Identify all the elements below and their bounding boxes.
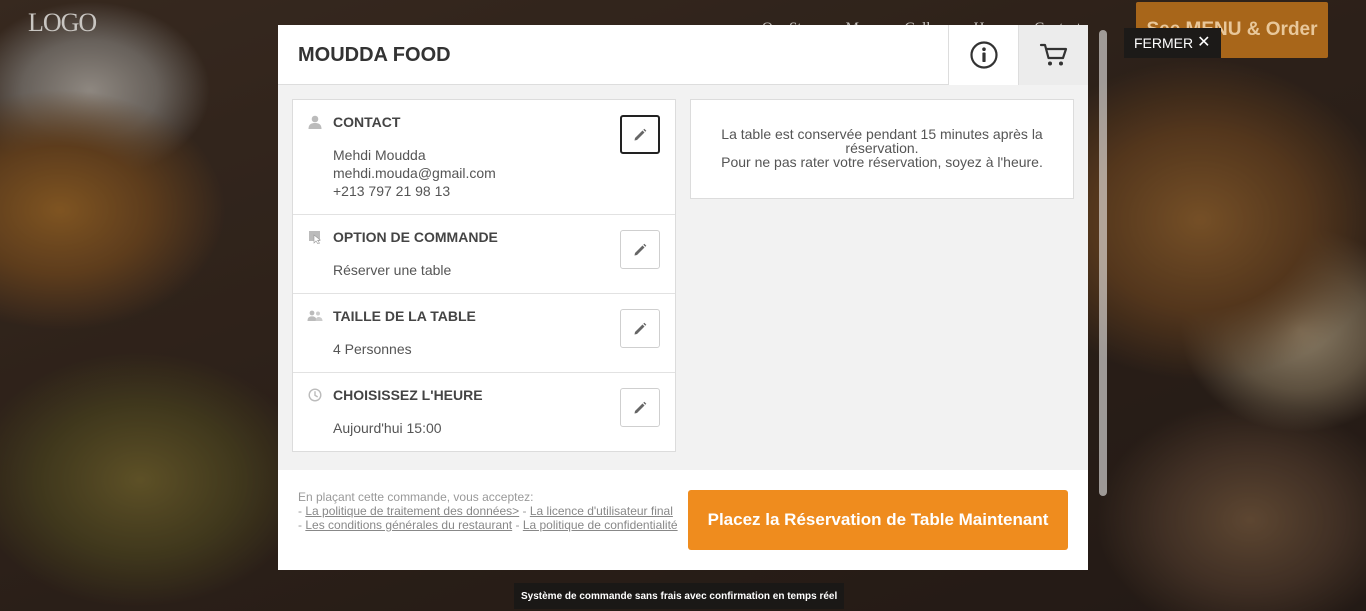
terms-intro: En plaçant cette commande, vous acceptez…: [298, 490, 534, 504]
info-button[interactable]: [948, 25, 1018, 85]
section-title: CONTACT: [333, 114, 401, 130]
edit-table-size-button[interactable]: [620, 309, 660, 348]
pencil-icon: [634, 243, 647, 255]
privacy-link[interactable]: La politique de confidentialité: [523, 518, 678, 532]
people-icon: [307, 308, 323, 324]
reservation-notice: La table est conservée pendant 15 minute…: [690, 99, 1074, 199]
notice-line-2: Pour ne pas rater votre réservation, soy…: [721, 154, 1043, 170]
info-icon: [969, 41, 998, 69]
edit-order-option-button[interactable]: [620, 230, 660, 269]
terms-text: En plaçant cette commande, vous acceptez…: [298, 490, 678, 532]
section-time: CHOISISSEZ L'HEURE Aujourd'hui 15:00: [293, 373, 675, 451]
time-value: Aujourd'hui 15:00: [333, 420, 442, 436]
person-icon: [307, 114, 323, 130]
site-logo: LOGO: [28, 8, 97, 37]
section-table-size: TAILLE DE LA TABLE 4 Personnes: [293, 294, 675, 373]
table-option-icon: [307, 229, 323, 245]
scrollbar[interactable]: [1099, 30, 1107, 496]
notice-line-1: La table est conservée pendant 15 minute…: [721, 126, 1043, 156]
pencil-icon: [634, 128, 647, 140]
terms-separator: -: [519, 504, 530, 518]
section-title: OPTION DE COMMANDE: [333, 229, 498, 245]
contact-email: mehdi.mouda@gmail.com: [333, 165, 496, 181]
pencil-icon: [634, 322, 647, 334]
close-button[interactable]: FERMER ✕: [1124, 28, 1221, 58]
conditions-link[interactable]: Les conditions générales du restaurant: [305, 518, 512, 532]
edit-time-button[interactable]: [620, 388, 660, 427]
table-size-value: 4 Personnes: [333, 341, 412, 357]
place-reservation-button[interactable]: Placez la Réservation de Table Maintenan…: [688, 490, 1068, 550]
cart-icon: [1039, 43, 1067, 66]
contact-name: Mehdi Moudda: [333, 147, 426, 163]
terms-separator: -: [512, 518, 523, 532]
cart-button[interactable]: [1018, 25, 1088, 85]
order-modal: MOUDDA FOOD CONTACT Mehdi Moudda mehdi.m…: [278, 25, 1088, 570]
section-title: CHOISISSEZ L'HEURE: [333, 387, 483, 403]
contact-phone: +213 797 21 98 13: [333, 183, 451, 199]
section-order-option: OPTION DE COMMANDE Réserver une table: [293, 215, 675, 294]
close-label: FERMER: [1134, 35, 1194, 51]
pencil-icon: [634, 401, 647, 413]
data-policy-link[interactable]: La politique de traitement des données>: [305, 504, 519, 518]
edit-contact-button[interactable]: [620, 115, 660, 154]
modal-header: MOUDDA FOOD: [278, 25, 1088, 85]
user-license-link[interactable]: La licence d'utilisateur final: [530, 504, 673, 518]
close-icon: ✕: [1197, 34, 1211, 51]
clock-icon: [307, 387, 323, 403]
section-title: TAILLE DE LA TABLE: [333, 308, 476, 324]
order-option-value: Réserver une table: [333, 262, 452, 278]
modal-footer: En plaçant cette commande, vous acceptez…: [278, 470, 1088, 570]
contact-details: Mehdi Moudda mehdi.mouda@gmail.com +213 …: [333, 146, 496, 200]
section-contact: CONTACT Mehdi Moudda mehdi.mouda@gmail.c…: [293, 100, 675, 215]
order-summary: CONTACT Mehdi Moudda mehdi.mouda@gmail.c…: [292, 99, 676, 452]
restaurant-name: MOUDDA FOOD: [298, 44, 451, 66]
footer-note: Système de commande sans frais avec conf…: [514, 583, 845, 609]
